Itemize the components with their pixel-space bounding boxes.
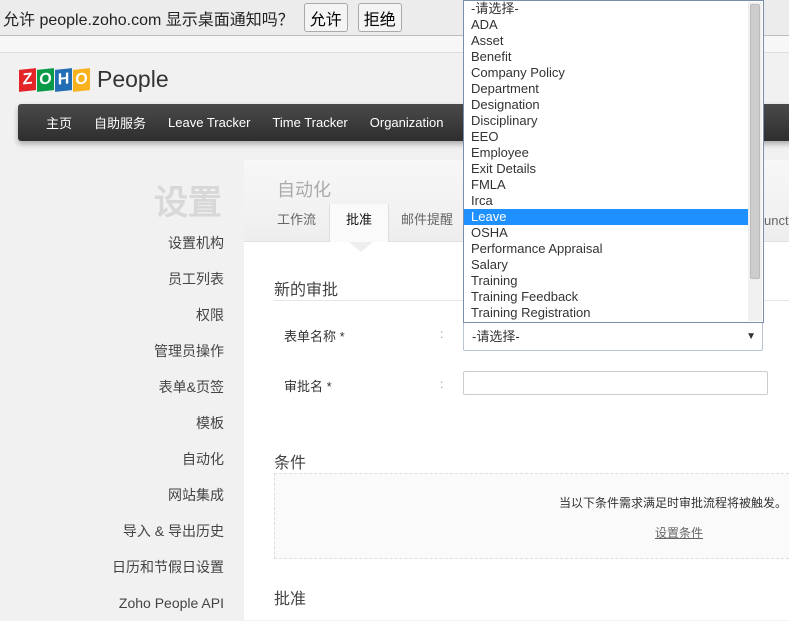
panel-title: 自动化 bbox=[277, 180, 331, 200]
chevron-down-icon: ▼ bbox=[746, 331, 756, 342]
nav-leave-tracker[interactable]: Leave Tracker bbox=[168, 115, 250, 130]
product-name: People bbox=[97, 66, 169, 92]
sidebar-item[interactable]: 权限 bbox=[0, 297, 224, 333]
form-name-dropdown-list[interactable]: -请选择- ADA Asset Benefit Company Policy Depart… bbox=[463, 0, 764, 323]
sidebar-item[interactable]: 表单&页签 bbox=[0, 369, 224, 405]
approval-name-input[interactable] bbox=[463, 371, 768, 395]
sidebar-item[interactable]: 自动化 bbox=[0, 441, 224, 477]
tab-functions-partial[interactable]: unct bbox=[764, 213, 789, 228]
sidebar-item[interactable]: 设置机构 bbox=[0, 225, 224, 261]
sidebar-item[interactable]: 网站集成 bbox=[0, 477, 224, 513]
dropdown-option[interactable]: EEO bbox=[464, 129, 748, 145]
form-name-select[interactable]: -请选择- ▼ bbox=[463, 322, 763, 351]
settings-sidebar: 设置 设置机构 员工列表 权限 管理员操作 表单&页签 模板 自动化 网站集成 … bbox=[0, 175, 224, 621]
sidebar-item[interactable]: 员工列表 bbox=[0, 261, 224, 297]
tab-approval[interactable]: 批准 bbox=[329, 204, 390, 242]
logo-letter: O bbox=[37, 67, 54, 92]
sidebar-title: 设置 bbox=[154, 184, 222, 222]
notification-text: 允许 people.zoho.com 显示桌面通知吗？ bbox=[3, 11, 294, 29]
tab-workflow[interactable]: 工作流 bbox=[261, 204, 332, 242]
logo-letter: O bbox=[73, 67, 90, 92]
condition-box: 当以下条件需求满足时审批流程将被触发。 设置条件 bbox=[274, 473, 789, 559]
active-tab-pointer bbox=[349, 242, 373, 252]
nav-organization[interactable]: Organization bbox=[370, 115, 444, 130]
form-name-label: 表单名称 * bbox=[284, 329, 345, 344]
dropdown-option[interactable]: Performance Appraisal bbox=[464, 241, 748, 257]
approval-name-label: 审批名 * bbox=[284, 379, 332, 394]
colon: : bbox=[440, 327, 444, 341]
dropdown-option[interactable]: OSHA bbox=[464, 225, 748, 241]
new-approval-heading: 新的审批 bbox=[274, 282, 339, 299]
nav-home[interactable]: 主页 bbox=[46, 113, 72, 132]
sidebar-item[interactable]: 模板 bbox=[0, 405, 224, 441]
condition-heading: 条件 bbox=[274, 455, 307, 472]
tab-email-alert[interactable]: 邮件提醒 bbox=[385, 204, 469, 242]
approval-heading: 批准 bbox=[274, 591, 307, 608]
dropdown-option[interactable]: Company Policy bbox=[464, 65, 748, 81]
sidebar-item[interactable]: 管理员操作 bbox=[0, 333, 224, 369]
dropdown-option[interactable]: FMLA bbox=[464, 177, 748, 193]
colon: : bbox=[440, 377, 444, 391]
dropdown-option[interactable]: Irca bbox=[464, 193, 748, 209]
dropdown-option[interactable]: Leave bbox=[464, 209, 748, 225]
dropdown-option[interactable]: ADA bbox=[464, 17, 748, 33]
dropdown-option[interactable]: Training bbox=[464, 273, 748, 289]
scrollbar-thumb[interactable] bbox=[750, 4, 760, 279]
nav-time-tracker[interactable]: Time Tracker bbox=[272, 115, 347, 130]
dropdown-option[interactable]: Designation bbox=[464, 97, 748, 113]
dropdown-option[interactable]: Disciplinary bbox=[464, 113, 748, 129]
sidebar-item[interactable]: 日历和节假日设置 bbox=[0, 549, 224, 585]
dropdown-option[interactable]: Employee bbox=[464, 145, 748, 161]
set-condition-link[interactable]: 设置条件 bbox=[655, 524, 703, 541]
logo-letter: H bbox=[55, 67, 72, 92]
dropdown-option[interactable]: Exit Details bbox=[464, 161, 748, 177]
scrollbar[interactable] bbox=[748, 2, 762, 321]
dropdown-option[interactable]: -请选择- bbox=[464, 1, 748, 17]
dropdown-option[interactable]: Salary bbox=[464, 257, 748, 273]
zoho-people-logo[interactable]: Z O H O People bbox=[19, 66, 169, 93]
deny-button[interactable]: 拒绝 bbox=[357, 3, 402, 32]
dropdown-option[interactable]: Department bbox=[464, 81, 748, 97]
dropdown-option[interactable]: Training Registration bbox=[464, 305, 748, 321]
dropdown-option[interactable]: Benefit bbox=[464, 49, 748, 65]
select-value: -请选择- bbox=[472, 329, 520, 344]
nav-self-service[interactable]: 自助服务 bbox=[94, 113, 146, 132]
logo-letter: Z bbox=[19, 67, 36, 92]
condition-description: 当以下条件需求满足时审批流程将被触发。 bbox=[558, 496, 787, 510]
allow-button[interactable]: 允许 bbox=[303, 3, 348, 32]
sidebar-item[interactable]: 导入 & 导出历史 bbox=[0, 513, 224, 549]
dropdown-option[interactable]: Asset bbox=[464, 33, 748, 49]
dropdown-option[interactable]: Training Feedback bbox=[464, 289, 748, 305]
